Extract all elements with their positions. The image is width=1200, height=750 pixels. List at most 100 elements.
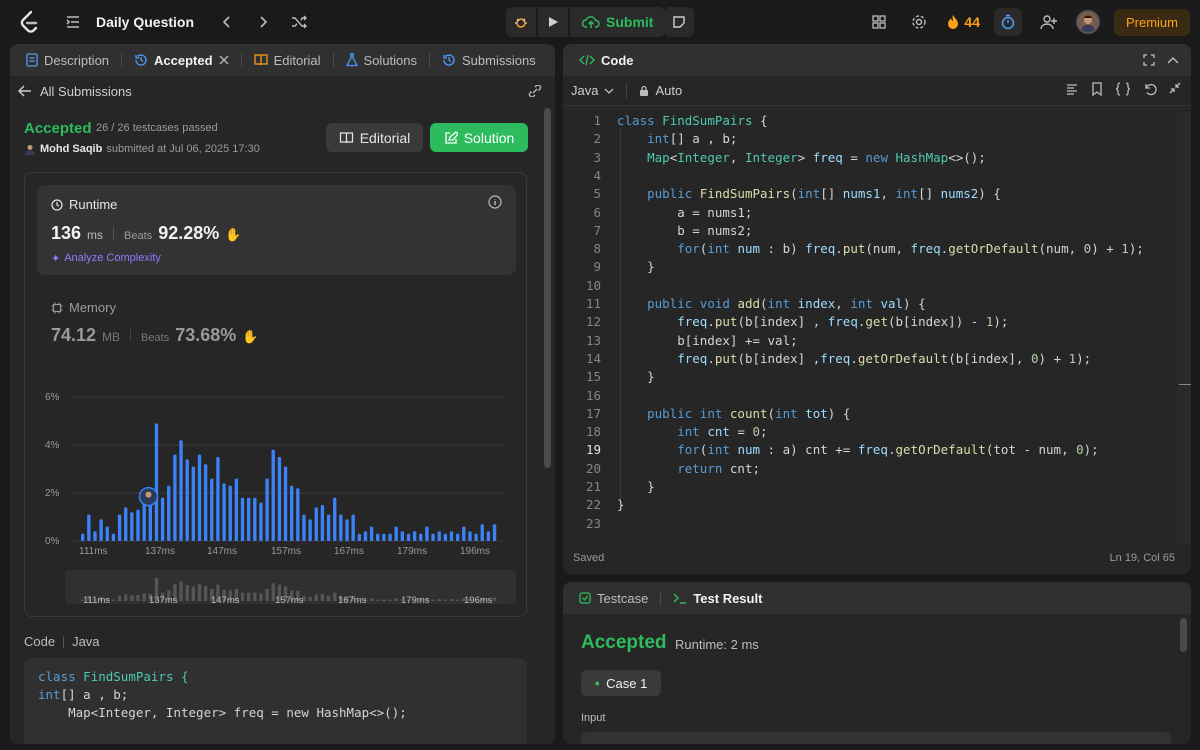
bar	[357, 533, 361, 541]
tab-description[interactable]: Description	[20, 53, 115, 68]
tab-solutions[interactable]: Solutions	[340, 53, 423, 68]
all-submissions-link[interactable]: All Submissions	[40, 84, 132, 99]
code-line[interactable]: 6 a = nums1;	[563, 204, 1191, 222]
tab-accepted[interactable]: Accepted	[128, 53, 235, 68]
problem-list-icon[interactable]	[60, 9, 86, 35]
bar	[111, 533, 116, 541]
tab-test-result[interactable]: Test Result	[667, 591, 768, 606]
code-line[interactable]: 12 freq.put(b[index] , freq.get(b[index]…	[563, 313, 1191, 331]
editorial-button[interactable]: Editorial	[326, 123, 423, 152]
code-preview[interactable]: class FindSumPairs { int[] a , b; Map<In…	[24, 658, 527, 744]
editor-scrollbar[interactable]	[1177, 112, 1191, 544]
code-editor[interactable]: 1 class FindSumPairs {2 int[] a , b; 3 Map…	[563, 112, 1191, 544]
overview-bar	[259, 593, 263, 601]
braces-icon[interactable]	[1115, 82, 1131, 96]
code-text: for(int num : b) freq.put(num, freq.getO…	[677, 241, 1144, 257]
code-line[interactable]: 14 freq.put(b[index] ,freq.getOrDefault(…	[563, 350, 1191, 368]
premium-button[interactable]: Premium	[1113, 8, 1190, 36]
line-number: 6	[593, 204, 601, 220]
shuffle-icon[interactable]	[286, 9, 312, 35]
code-line[interactable]: 5 public FindSumPairs(int[] nums1, int[]…	[563, 185, 1191, 203]
overview-bar	[492, 597, 497, 601]
code-line[interactable]: 22}	[563, 496, 1191, 514]
tab-submissions[interactable]: Submissions	[436, 53, 542, 68]
arrow-left-icon[interactable]	[18, 85, 32, 97]
code-line[interactable]: 23	[563, 515, 1191, 533]
streak-counter[interactable]: 44	[946, 14, 980, 30]
bar	[179, 440, 183, 541]
language-select[interactable]: Java	[571, 83, 614, 98]
bar	[124, 507, 128, 541]
debug-button[interactable]	[506, 7, 536, 37]
submit-button[interactable]: Submit	[570, 7, 666, 37]
code-text: a = nums1;	[617, 204, 753, 220]
bar	[369, 526, 374, 541]
collapse-icon[interactable]	[1169, 82, 1181, 94]
overview-bar	[394, 598, 398, 601]
bar	[99, 519, 103, 541]
notes-button[interactable]	[664, 7, 694, 37]
code-line[interactable]: 17 public int count(int tot) {	[563, 405, 1191, 423]
layout-grid-icon[interactable]	[866, 9, 892, 35]
auto-mode-toggle[interactable]: Auto	[639, 83, 682, 98]
code-text: }	[617, 479, 655, 494]
overview-bar	[265, 588, 269, 601]
tab-testcase[interactable]: Testcase	[573, 591, 654, 606]
link-icon[interactable]	[527, 85, 543, 97]
code-line[interactable]: 10	[563, 277, 1191, 295]
reset-icon[interactable]	[1143, 82, 1157, 96]
code-line[interactable]: 8 for(int num : b) freq.put(num, freq.ge…	[563, 240, 1191, 258]
tab-accepted-label: Accepted	[154, 52, 213, 68]
timer-button[interactable]	[993, 8, 1022, 36]
chevron-left-icon[interactable]	[214, 9, 240, 35]
code-line[interactable]: 13 b[index] += val;	[563, 332, 1191, 350]
page-title[interactable]: Daily Question	[96, 14, 194, 30]
code-line[interactable]: 21 }	[563, 478, 1191, 496]
code-line[interactable]: 18 int cnt = 0;	[563, 423, 1191, 441]
left-tabs: Description Accepted Editorial Solutions…	[10, 44, 555, 76]
bar	[271, 449, 275, 541]
bookmark-icon[interactable]	[1091, 82, 1103, 96]
code-line[interactable]: 2 int[] a , b;	[563, 130, 1191, 148]
submission-status: Accepted	[24, 120, 92, 137]
code-line[interactable]: 4	[563, 167, 1191, 185]
y-tick-label: 2%	[45, 488, 60, 499]
leetcode-logo-icon[interactable]	[18, 10, 40, 34]
scrollbar[interactable]	[1180, 618, 1187, 652]
overview-bar	[382, 599, 386, 601]
runtime-distribution-chart[interactable]: 6% 4% 2% 0% 111ms 137ms 147ms 157ms 167ms 179ms 19…	[25, 173, 528, 618]
y-tick-label: 0%	[45, 536, 60, 547]
gear-icon[interactable]	[906, 9, 932, 35]
code-line[interactable]: 7 b = nums2;	[563, 222, 1191, 240]
scrollbar[interactable]	[544, 108, 551, 468]
code-line[interactable]: 11 public void add(int index, int val) {	[563, 295, 1191, 313]
code-line[interactable]: 19 for(int num : a) cnt += freq.getOrDef…	[563, 441, 1191, 459]
overview-bar	[320, 594, 325, 601]
case-tab[interactable]: ● Case 1	[581, 670, 661, 696]
overview-bar	[185, 585, 189, 601]
code-line[interactable]: 1 class FindSumPairs {	[563, 112, 1191, 130]
solution-button[interactable]: Solution	[430, 123, 528, 152]
code-line[interactable]: 3 Map<Integer, Integer> freq = new HashM…	[563, 149, 1191, 167]
code-line[interactable]: 16	[563, 387, 1191, 405]
run-button[interactable]	[538, 7, 568, 37]
bar	[455, 533, 460, 541]
code-line[interactable]: 15 }	[563, 368, 1191, 386]
code-line[interactable]: 9 }	[563, 258, 1191, 276]
chevron-right-icon[interactable]	[250, 9, 276, 35]
bar	[160, 497, 165, 541]
submission-meta: Mohd Saqib submitted at Jul 06, 2025 17:…	[24, 143, 260, 155]
username[interactable]: Mohd Saqib	[40, 143, 102, 155]
close-icon[interactable]	[219, 55, 229, 65]
maximize-icon[interactable]	[1143, 54, 1155, 66]
run-controls: Submit	[506, 7, 666, 37]
format-icon[interactable]	[1065, 82, 1079, 96]
tab-editorial[interactable]: Editorial	[248, 53, 327, 68]
edit-icon	[445, 130, 458, 144]
add-user-icon[interactable]	[1036, 9, 1062, 35]
overview-bar	[203, 586, 208, 601]
avatar[interactable]	[1075, 10, 1100, 34]
tab-code[interactable]: Code	[573, 53, 640, 68]
chevron-up-icon[interactable]	[1167, 55, 1179, 65]
code-line[interactable]: 20 return cnt;	[563, 460, 1191, 478]
